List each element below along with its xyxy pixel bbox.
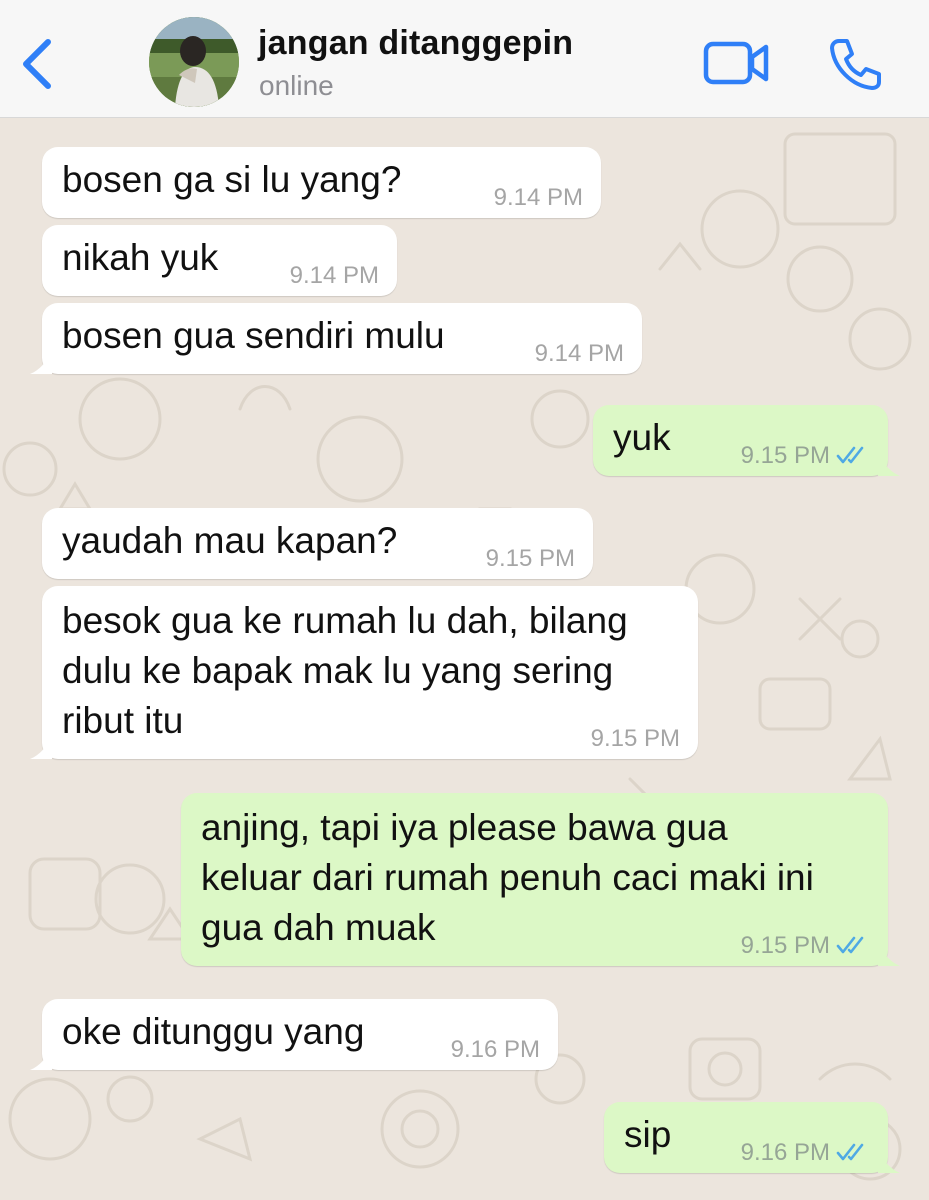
message-line: ribut itu bbox=[62, 700, 184, 741]
bubble-tail bbox=[878, 1151, 900, 1173]
contact-name[interactable]: jangan ditanggepin bbox=[258, 24, 573, 63]
bubble-tail bbox=[30, 352, 52, 374]
phone-icon bbox=[830, 39, 881, 90]
voice-call-button[interactable] bbox=[828, 36, 884, 92]
message-line: anjing, tapi iya please bawa gua bbox=[201, 807, 728, 848]
message-time-text: 9.16 PM bbox=[740, 1139, 830, 1166]
bubble-tail bbox=[878, 944, 900, 966]
video-call-button[interactable] bbox=[703, 40, 769, 86]
message-time: 9.15 PM bbox=[741, 444, 870, 468]
back-button[interactable] bbox=[18, 34, 58, 94]
message-incoming[interactable]: bosen ga si lu yang? 9.14 PM bbox=[42, 147, 601, 218]
message-time: 9.14 PM bbox=[493, 184, 583, 211]
message-time: 9.15 PM bbox=[741, 934, 870, 958]
message-incoming[interactable]: bosen gua sendiri mulu 9.14 PM bbox=[30, 303, 642, 374]
double-check-read-icon bbox=[836, 446, 864, 464]
double-check-read-icon bbox=[836, 936, 864, 954]
contact-avatar[interactable] bbox=[149, 17, 239, 107]
message-time: 9.16 PM bbox=[741, 1141, 870, 1165]
message-time: 9.16 PM bbox=[450, 1036, 540, 1063]
chevron-left-icon bbox=[23, 39, 51, 89]
message-time: 9.15 PM bbox=[485, 545, 575, 572]
chat-header: jangan ditanggepin online bbox=[0, 0, 929, 118]
message-line: keluar dari rumah penuh caci maki ini bbox=[201, 857, 814, 898]
message-outgoing[interactable]: yuk 9.15 PM bbox=[593, 405, 900, 476]
message-line: besok gua ke rumah lu dah, bilang bbox=[62, 600, 628, 641]
message-time-text: 9.15 PM bbox=[740, 442, 830, 469]
message-outgoing[interactable]: anjing, tapi iya please bawa gua keluar … bbox=[181, 793, 900, 966]
bubble-tail bbox=[30, 737, 52, 759]
contact-status: online bbox=[259, 70, 334, 101]
message-incoming[interactable]: yaudah mau kapan? 9.15 PM bbox=[42, 508, 593, 579]
message-time-text: 9.15 PM bbox=[740, 932, 830, 959]
double-check-read-icon bbox=[836, 1143, 864, 1161]
message-incoming[interactable]: oke ditunggu yang 9.16 PM bbox=[30, 999, 558, 1070]
message-time: 9.15 PM bbox=[590, 725, 680, 752]
message-incoming[interactable]: nikah yuk 9.14 PM bbox=[42, 225, 397, 296]
message-time: 9.14 PM bbox=[534, 340, 624, 367]
avatar-photo bbox=[149, 17, 239, 107]
message-outgoing[interactable]: sip 9.16 PM bbox=[604, 1102, 900, 1173]
video-camera-icon bbox=[703, 41, 769, 85]
chat-area[interactable]: bosen ga si lu yang? 9.14 PM nikah yuk 9… bbox=[0, 119, 929, 1200]
message-time: 9.14 PM bbox=[289, 262, 379, 289]
message-line: dulu ke bapak mak lu yang sering bbox=[62, 650, 614, 691]
message-incoming[interactable]: besok gua ke rumah lu dah, bilang dulu k… bbox=[30, 586, 698, 759]
bubble-tail bbox=[878, 454, 900, 476]
bubble-tail bbox=[30, 1048, 52, 1070]
